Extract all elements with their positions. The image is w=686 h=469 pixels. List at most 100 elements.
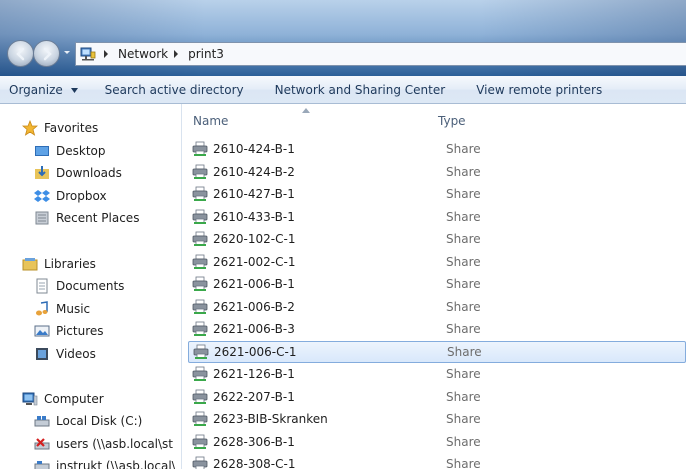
printer-icon <box>192 434 208 449</box>
organize-label: Organize <box>9 82 63 97</box>
dropbox-icon <box>34 190 50 202</box>
printer-icon <box>192 276 208 291</box>
nav-favorites[interactable]: Favorites <box>0 118 181 138</box>
videos-icon <box>36 348 48 360</box>
file-name: 2628-308-C-1 <box>213 457 296 469</box>
file-type: Share <box>446 142 481 156</box>
nav-recent-places[interactable]: Recent Places <box>0 208 181 228</box>
file-type: Share <box>446 434 481 449</box>
file-type: Share <box>446 232 481 246</box>
file-type: Share <box>447 344 482 359</box>
file-type: Share <box>446 277 481 291</box>
view-remote-printers-button[interactable]: View remote printers <box>454 83 611 97</box>
libraries-icon <box>22 258 38 271</box>
navigation-pane: Favorites Desktop Downloads Dropbox Rece… <box>0 104 182 469</box>
file-row[interactable]: 2610-427-B-1 Share <box>188 183 686 205</box>
documents-icon <box>36 278 48 294</box>
file-name: 2610-424-B-2 <box>213 164 295 179</box>
local-disk-icon <box>34 416 50 427</box>
file-row[interactable]: 2628-308-C-1 Share <box>188 453 686 469</box>
nav-local-disk-label: Local Disk (C:) <box>56 414 143 428</box>
nav-libraries-label: Libraries <box>44 257 96 271</box>
printer-icon <box>192 411 208 426</box>
file-row[interactable]: 2610-424-B-2 Share <box>188 161 686 183</box>
nav-music[interactable]: Music <box>0 299 181 319</box>
printer-icon <box>192 164 208 179</box>
column-header-name[interactable]: Name <box>193 114 228 128</box>
file-row[interactable]: 2621-006-C-1 Share <box>188 340 686 363</box>
file-name: 2610-433-B-1 <box>213 209 295 224</box>
printer-icon <box>192 389 208 404</box>
sort-ascending-icon <box>302 108 310 113</box>
printer-icon <box>192 321 208 336</box>
file-row[interactable]: 2628-306-B-1 Share <box>188 431 686 453</box>
star-icon <box>22 120 38 136</box>
nav-dropbox[interactable]: Dropbox <box>0 186 181 206</box>
file-type: Share <box>446 389 481 404</box>
file-type: Share <box>446 367 481 381</box>
nav-downloads[interactable]: Downloads <box>0 163 181 183</box>
file-row[interactable]: 2621-006-B-3 Share <box>188 318 686 340</box>
forward-button[interactable] <box>33 40 60 67</box>
printer-icon <box>192 209 208 224</box>
printer-icon <box>192 254 208 269</box>
address-bar[interactable]: Network print3 <box>75 42 686 66</box>
file-row[interactable]: 2622-207-B-1 Share <box>188 386 686 408</box>
breadcrumb-separator-icon[interactable] <box>102 49 110 59</box>
file-row[interactable]: 2620-102-C-1 Share <box>188 228 686 250</box>
nav-videos-label: Videos <box>56 347 96 361</box>
nav-desktop[interactable]: Desktop <box>0 141 181 161</box>
recent-pages-dropdown-icon[interactable] <box>63 47 71 57</box>
breadcrumb-network[interactable]: Network <box>116 47 170 61</box>
file-type: Share <box>446 299 481 314</box>
file-name: 2610-424-B-1 <box>213 142 295 156</box>
file-type: Share <box>446 457 481 469</box>
nav-videos[interactable]: Videos <box>0 344 181 364</box>
organize-button[interactable]: Organize <box>0 83 87 97</box>
file-name: 2622-207-B-1 <box>213 389 295 404</box>
pictures-icon <box>34 325 50 337</box>
file-row[interactable]: 2610-433-B-1 Share <box>188 206 686 228</box>
nav-pictures[interactable]: Pictures <box>0 321 181 341</box>
network-sharing-center-button[interactable]: Network and Sharing Center <box>253 83 455 97</box>
back-button[interactable] <box>7 40 34 67</box>
desktop-icon <box>35 146 49 156</box>
nav-instrukt-share[interactable]: instrukt (\\asb.local\ <box>0 456 181 469</box>
file-row[interactable]: 2621-006-B-2 Share <box>188 296 686 318</box>
printer-icon <box>192 299 208 314</box>
nav-favorites-label: Favorites <box>44 121 99 135</box>
column-header-row: Name Type <box>182 104 686 134</box>
nav-libraries[interactable]: Libraries <box>0 254 181 274</box>
downloads-icon <box>35 166 49 179</box>
search-active-directory-button[interactable]: Search active directory <box>87 83 253 97</box>
nav-recent-places-label: Recent Places <box>56 211 140 225</box>
disconnected-drive-icon <box>34 438 50 450</box>
printer-icon <box>193 344 209 359</box>
printer-icon <box>192 231 208 246</box>
file-row[interactable]: 2621-126-B-1 Share <box>188 363 686 385</box>
arrow-left-icon <box>15 47 24 60</box>
nav-users-share-label: users (\\asb.local\st <box>56 437 174 451</box>
file-row[interactable]: 2621-002-C-1 Share <box>188 251 686 273</box>
printer-icon <box>192 366 208 381</box>
nav-dropbox-label: Dropbox <box>56 189 107 203</box>
file-row[interactable]: 2623-BIB-Skranken Share <box>188 408 686 430</box>
file-row[interactable]: 2621-006-B-1 Share <box>188 273 686 295</box>
breadcrumb-separator-icon[interactable] <box>172 49 180 59</box>
printer-icon <box>192 141 208 156</box>
file-name: 2621-126-B-1 <box>213 367 295 381</box>
file-name: 2621-006-B-2 <box>213 299 295 314</box>
file-name: 2621-006-C-1 <box>214 344 297 359</box>
breadcrumb-print3[interactable]: print3 <box>186 47 226 61</box>
column-header-type[interactable]: Type <box>438 114 466 128</box>
file-type: Share <box>446 187 481 201</box>
nav-users-share[interactable]: users (\\asb.local\st <box>0 434 181 454</box>
nav-local-disk[interactable]: Local Disk (C:) <box>0 411 181 431</box>
nav-music-label: Music <box>56 302 91 316</box>
nav-documents[interactable]: Documents <box>0 276 181 296</box>
file-row[interactable]: 2610-424-B-1 Share <box>188 138 686 160</box>
file-name: 2621-006-B-3 <box>213 322 295 336</box>
file-type: Share <box>446 164 481 179</box>
file-name: 2610-427-B-1 <box>213 187 295 201</box>
nav-computer[interactable]: Computer <box>0 389 181 409</box>
